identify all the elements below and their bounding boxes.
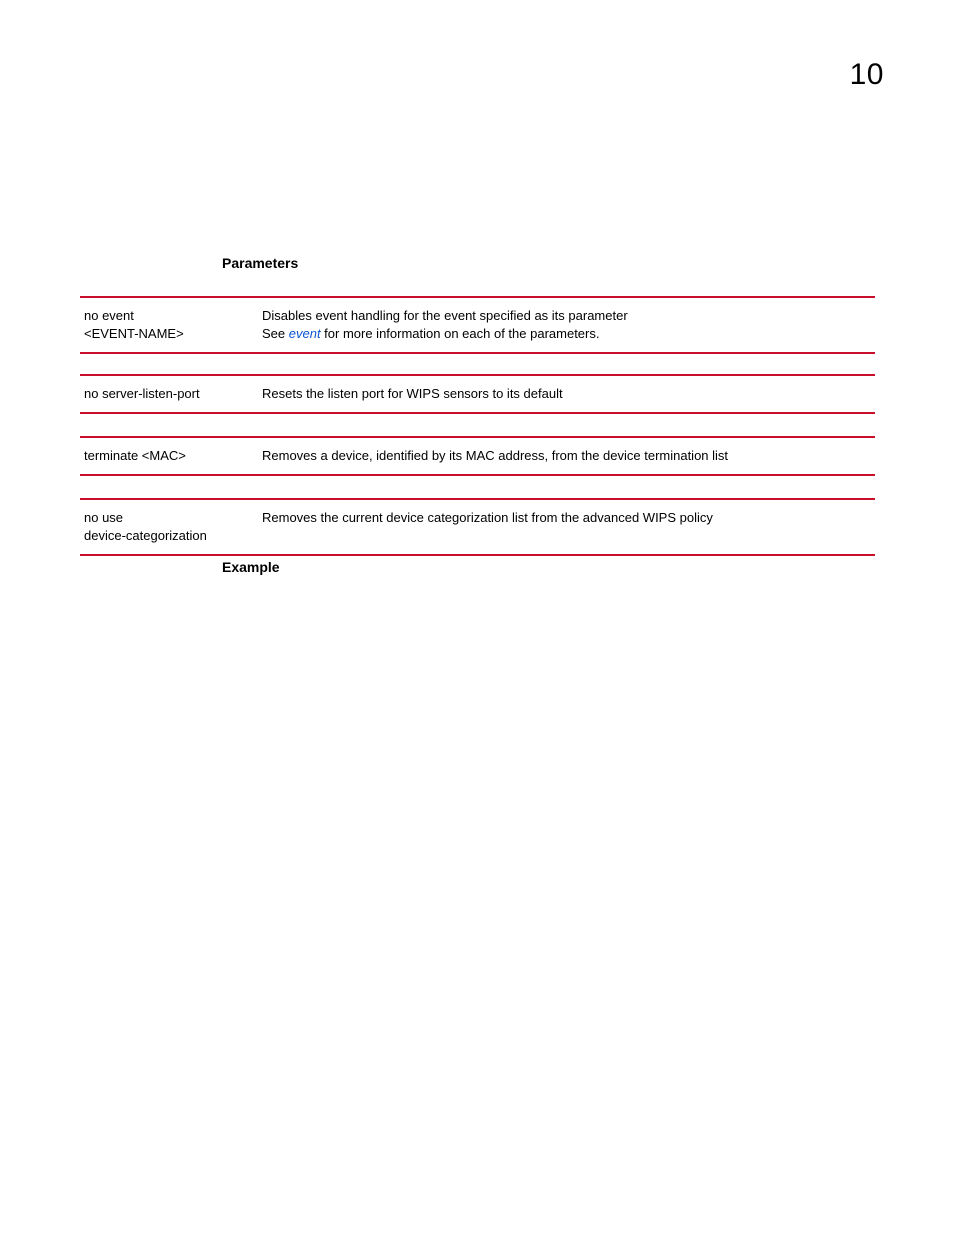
parameters-heading: Parameters: [222, 255, 298, 271]
param-cell: no event <EVENT-NAME>: [80, 297, 258, 353]
param-cell: no server-listen-port: [80, 375, 258, 413]
table-row: no use device-categorization Removes the…: [80, 499, 875, 555]
param-table-4: no use device-categorization Removes the…: [80, 498, 875, 556]
desc-text: for more information on each of the para…: [321, 326, 600, 341]
page-number: 10: [850, 58, 884, 92]
param-cell: no use device-categorization: [80, 499, 258, 555]
table-row: terminate <MAC> Removes a device, identi…: [80, 437, 875, 475]
desc-cell: Removes a device, identified by its MAC …: [258, 437, 875, 475]
desc-cell: Removes the current device categorizatio…: [258, 499, 875, 555]
table-row: no event <EVENT-NAME> Disables event han…: [80, 297, 875, 353]
event-link[interactable]: event: [289, 326, 321, 341]
desc-cell: Disables event handling for the event sp…: [258, 297, 875, 353]
param-table-3: terminate <MAC> Removes a device, identi…: [80, 436, 875, 476]
param-table-1: no event <EVENT-NAME> Disables event han…: [80, 296, 875, 354]
example-heading: Example: [222, 559, 280, 575]
param-cell: terminate <MAC>: [80, 437, 258, 475]
table-row: no server-listen-port Resets the listen …: [80, 375, 875, 413]
desc-cell: Resets the listen port for WIPS sensors …: [258, 375, 875, 413]
param-table-2: no server-listen-port Resets the listen …: [80, 374, 875, 414]
